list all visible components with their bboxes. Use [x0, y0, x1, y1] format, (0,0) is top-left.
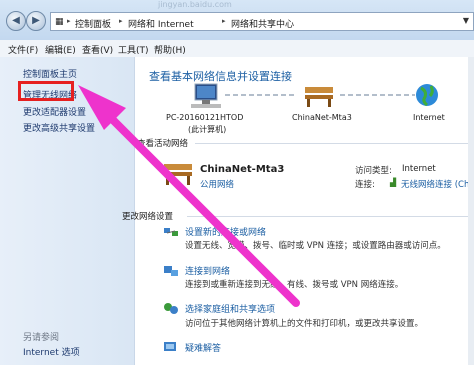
annotation-arrow — [78, 85, 300, 307]
